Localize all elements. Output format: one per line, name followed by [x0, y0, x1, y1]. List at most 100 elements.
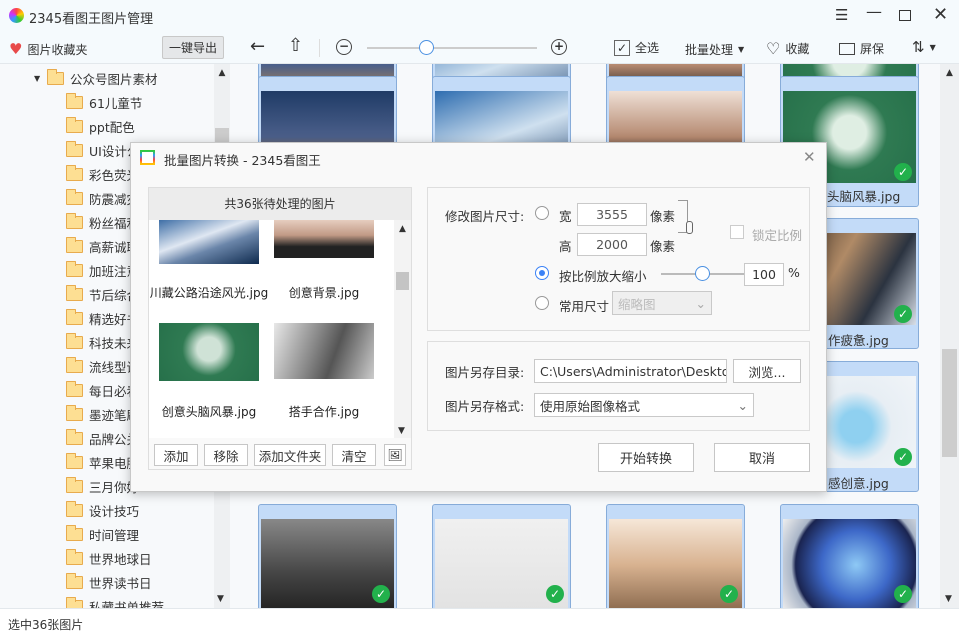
save-format-label: 图片另存格式:: [445, 396, 524, 415]
tree-item[interactable]: 设计技巧: [66, 499, 139, 521]
tree-item[interactable]: 苹果电脑: [66, 451, 139, 473]
radio-preset-size[interactable]: [535, 296, 549, 310]
thumb-item[interactable]: [159, 323, 259, 381]
favorites-button[interactable]: ♥ 图片收藏夹: [9, 40, 87, 58]
radio-scale[interactable]: [535, 266, 549, 280]
zoom-out-icon[interactable]: −: [336, 39, 352, 55]
selected-check-icon: ✓: [894, 448, 912, 466]
zoom-slider-thumb[interactable]: [419, 40, 434, 55]
folder-icon: [66, 312, 83, 325]
scroll-down-icon[interactable]: ▼: [217, 594, 224, 604]
preset-select[interactable]: 缩略图 ⌄: [612, 291, 712, 315]
back-arrow-icon[interactable]: ←: [250, 36, 265, 57]
close-button[interactable]: ✕: [933, 4, 948, 25]
height-input[interactable]: 2000: [577, 233, 647, 256]
export-label: 一键导出: [169, 39, 217, 56]
tree-item-root[interactable]: 公众号图片素材: [47, 67, 158, 89]
title-bar: 2345看图王图片管理 ☰ — ✕: [0, 0, 959, 33]
tree-item[interactable]: 品牌公关: [66, 427, 139, 449]
tree-item[interactable]: 流线型设: [66, 355, 139, 377]
thumb-item[interactable]: [274, 323, 374, 379]
screensaver-button[interactable]: 屏保: [839, 40, 884, 57]
maximize-button[interactable]: [899, 10, 911, 21]
start-convert-button[interactable]: 开始转换: [598, 443, 694, 472]
thumb-item[interactable]: [274, 220, 374, 258]
add-button[interactable]: 添加: [154, 444, 198, 466]
tree-item[interactable]: 世界读书日: [66, 571, 152, 593]
scroll-up-icon[interactable]: ▲: [214, 64, 230, 78]
caret-down-icon: ▼: [930, 43, 936, 52]
tree-item[interactable]: 粉丝福利: [66, 211, 139, 233]
export-button[interactable]: 一键导出: [162, 36, 224, 59]
width-input[interactable]: 3555: [577, 203, 647, 226]
dialog-title: 批量图片转换 - 2345看图王: [164, 150, 321, 169]
tree-item[interactable]: 彩色荧光: [66, 163, 139, 185]
scrollbar-thumb[interactable]: [942, 349, 957, 457]
dialog-logo-icon: [140, 150, 155, 165]
image-card[interactable]: ✓: [780, 504, 919, 608]
scrollbar-thumb[interactable]: [396, 272, 409, 290]
tree-item[interactable]: 科技未来: [66, 331, 139, 353]
folder-icon: [66, 504, 83, 517]
tree-item[interactable]: 私藏书单推荐: [66, 595, 164, 608]
dialog-close-button[interactable]: ✕: [803, 148, 816, 166]
folder-icon: [66, 600, 83, 609]
clear-button[interactable]: 清空: [332, 444, 376, 466]
tree-item[interactable]: 墨迹笔刷: [66, 403, 139, 425]
add-folder-button[interactable]: 添加文件夹: [254, 444, 326, 466]
tree-item[interactable]: 61儿童节: [66, 91, 142, 113]
card-label: 感创意.jpg: [828, 473, 889, 492]
browse-button[interactable]: 浏览...: [733, 359, 801, 383]
scale-input[interactable]: 100: [744, 263, 784, 286]
grid-scrollbar[interactable]: ▲ ▼: [940, 64, 959, 608]
save-dir-input[interactable]: C:\Users\Administrator\Desktop: [534, 359, 727, 383]
thumb-item[interactable]: [159, 220, 259, 264]
minimize-button[interactable]: —: [866, 2, 882, 21]
sort-button[interactable]: ⇅ ▼: [912, 38, 936, 56]
menu-icon[interactable]: ☰: [835, 6, 848, 24]
image-icon: 🖼: [387, 448, 402, 462]
scroll-down-icon[interactable]: ▼: [398, 426, 405, 436]
scale-label: 按比例放大缩小: [559, 266, 647, 285]
up-arrow-icon[interactable]: ⇧: [288, 35, 303, 56]
list-scrollbar[interactable]: ▲ ▼: [394, 220, 411, 438]
save-format-select[interactable]: 使用原始图像格式 ⌄: [534, 393, 754, 417]
lock-ratio-checkbox[interactable]: [730, 225, 744, 239]
image-view-button[interactable]: 🖼: [384, 444, 406, 466]
tree-item-label: 时间管理: [89, 525, 139, 544]
tree-item[interactable]: 节后综合: [66, 283, 139, 305]
batch-menu-button[interactable]: 批量处理 ▼: [685, 41, 744, 58]
tree-item[interactable]: 世界地球日: [66, 547, 152, 569]
tree-item[interactable]: 加班注意: [66, 259, 139, 281]
scroll-up-icon[interactable]: ▲: [940, 64, 959, 78]
selected-check-icon: ✓: [894, 305, 912, 323]
image-card[interactable]: ✓: [606, 504, 745, 608]
tree-item[interactable]: UI设计公: [66, 139, 139, 161]
tree-item[interactable]: ppt配色: [66, 115, 135, 137]
scale-slider[interactable]: [661, 273, 744, 275]
expand-arrow-icon[interactable]: ▼: [34, 74, 40, 83]
scale-slider-thumb[interactable]: [695, 266, 710, 281]
toolbar: ♥ 图片收藏夹 一键导出 ← ⇧ − + ✓ 全选 批量处理 ▼ ♡ 收藏 屏保…: [0, 33, 959, 64]
tree-item-label: ppt配色: [89, 117, 135, 136]
selected-check-icon: ✓: [546, 585, 564, 603]
scroll-up-icon[interactable]: ▲: [394, 220, 411, 234]
checkbox-icon: ✓: [614, 40, 630, 56]
tree-item[interactable]: 高薪诚聘: [66, 235, 139, 257]
remove-button[interactable]: 移除: [204, 444, 248, 466]
select-all-checkbox[interactable]: ✓ 全选: [614, 39, 659, 56]
zoom-slider[interactable]: [367, 47, 537, 49]
tree-item[interactable]: 三月你好: [66, 475, 139, 497]
scroll-down-icon[interactable]: ▼: [945, 594, 952, 604]
tree-item[interactable]: 精选好书: [66, 307, 139, 329]
image-card[interactable]: ✓: [432, 504, 571, 608]
app-logo-icon: [9, 8, 24, 23]
tree-item[interactable]: 防震减灾: [66, 187, 139, 209]
image-card[interactable]: ✓: [258, 504, 397, 608]
tree-item[interactable]: 时间管理: [66, 523, 139, 545]
zoom-in-icon[interactable]: +: [551, 39, 567, 55]
radio-custom-size[interactable]: [535, 206, 549, 220]
cancel-button[interactable]: 取消: [714, 443, 810, 472]
collect-button[interactable]: ♡ 收藏: [766, 39, 809, 58]
tree-item[interactable]: 每日必看: [66, 379, 139, 401]
